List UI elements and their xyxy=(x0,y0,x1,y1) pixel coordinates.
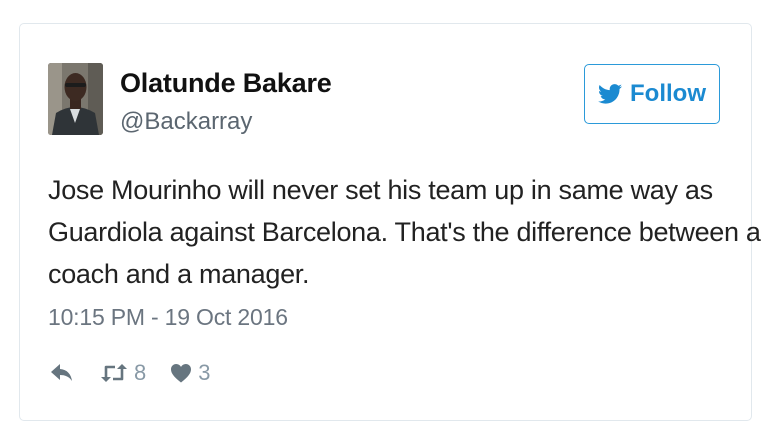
like-button[interactable]: 3 xyxy=(170,360,211,386)
retweet-icon xyxy=(101,364,127,382)
tweet-actions: 8 3 xyxy=(50,358,211,388)
follow-button-label: Follow xyxy=(630,80,706,107)
retweet-button[interactable]: 8 xyxy=(100,360,146,386)
reply-icon xyxy=(51,364,72,381)
like-count: 3 xyxy=(198,360,211,385)
reply-button[interactable] xyxy=(50,363,74,383)
tweet-text-line: Jose Mourinho will never set his team up… xyxy=(48,175,713,205)
follow-button[interactable]: Follow xyxy=(584,64,720,124)
tweet-text-line: Guardiola against Barcelona. That's the … xyxy=(48,217,761,247)
author-display-name[interactable]: Olatunde Bakare xyxy=(120,68,332,99)
avatar[interactable] xyxy=(48,63,103,135)
tweet-text-line: coach and a manager. xyxy=(48,259,310,289)
heart-icon xyxy=(171,364,192,383)
author-handle[interactable]: @Backarray xyxy=(120,108,252,136)
tweet-text: Jose Mourinho will never set his team up… xyxy=(48,169,761,295)
tweet-card: Olatunde Bakare @Backarray Follow Jose M… xyxy=(19,23,761,421)
twitter-bird-icon xyxy=(598,84,622,104)
tweet-timestamp[interactable]: 10:15 PM - 19 Oct 2016 xyxy=(48,304,288,331)
profile-photo xyxy=(48,63,103,135)
retweet-count: 8 xyxy=(134,360,147,385)
